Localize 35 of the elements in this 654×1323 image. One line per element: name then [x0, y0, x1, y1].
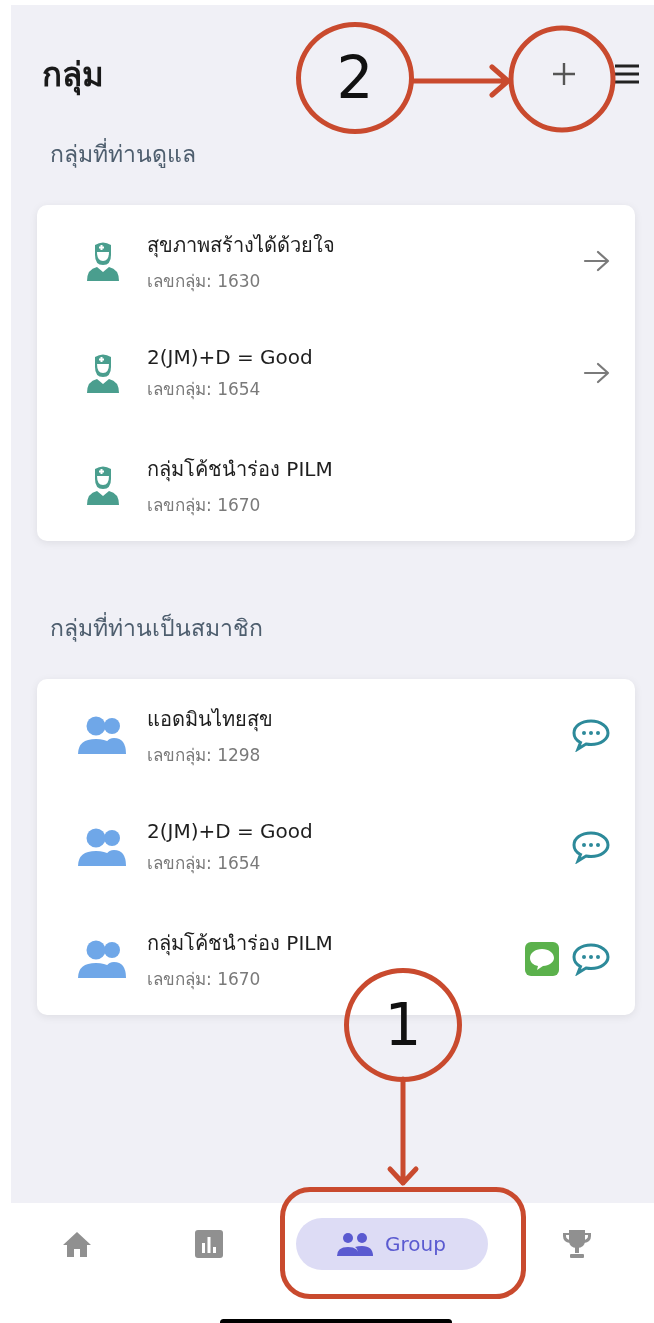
- group-number: เลขกลุ่ม: 1654: [147, 377, 262, 402]
- people-icon: [337, 1232, 374, 1256]
- section-title: กลุ่มที่ท่านดูแล: [50, 137, 654, 205]
- home-icon: [61, 1230, 92, 1258]
- people-icon: [78, 716, 128, 754]
- chat-icon[interactable]: [571, 718, 611, 752]
- group-number: เลขกลุ่ม: 1670: [147, 967, 262, 992]
- chat-app-icon[interactable]: [525, 942, 559, 976]
- doctor-icon: [86, 241, 120, 281]
- doctor-icon: [86, 353, 120, 393]
- arrow-right-icon[interactable]: [583, 362, 611, 384]
- people-icon: [78, 940, 128, 978]
- group-name: แอดมินไทยสุข: [147, 705, 274, 734]
- section-title: กลุ่มที่ท่านเป็นสมาชิก: [50, 611, 654, 679]
- trophy-icon: [560, 1229, 593, 1259]
- arrow-right-icon[interactable]: [583, 250, 611, 272]
- callout-number: 2: [296, 22, 414, 134]
- callout-number: 1: [344, 968, 462, 1082]
- group-name: กลุ่มโค้ชนำร่อง PILM: [147, 455, 334, 484]
- tab[interactable]: Group: [295, 1218, 488, 1270]
- group-number: เลขกลุ่ม: 1654: [147, 851, 262, 876]
- bar-chart-icon: [194, 1230, 223, 1258]
- group-name: สุขภาพสร้างได้ด้วยใจ: [147, 231, 336, 260]
- group-number: เลขกลุ่ม: 1670: [147, 493, 262, 518]
- chat-icon[interactable]: [571, 942, 611, 976]
- people-icon: [78, 828, 128, 866]
- doctor-icon: [86, 465, 120, 505]
- group-number: เลขกลุ่ม: 1630: [147, 269, 262, 294]
- group-name: 2(JM)+D = Good: [147, 344, 314, 369]
- chat-icon[interactable]: [571, 830, 611, 864]
- page-title: กลุ่ม: [42, 53, 104, 98]
- menu-icon[interactable]: [614, 63, 640, 85]
- group-name: กลุ่มโค้ชนำร่อง PILM: [147, 929, 334, 958]
- group-number: เลขกลุ่ม: 1298: [147, 743, 262, 768]
- group-name: 2(JM)+D = Good: [147, 818, 314, 843]
